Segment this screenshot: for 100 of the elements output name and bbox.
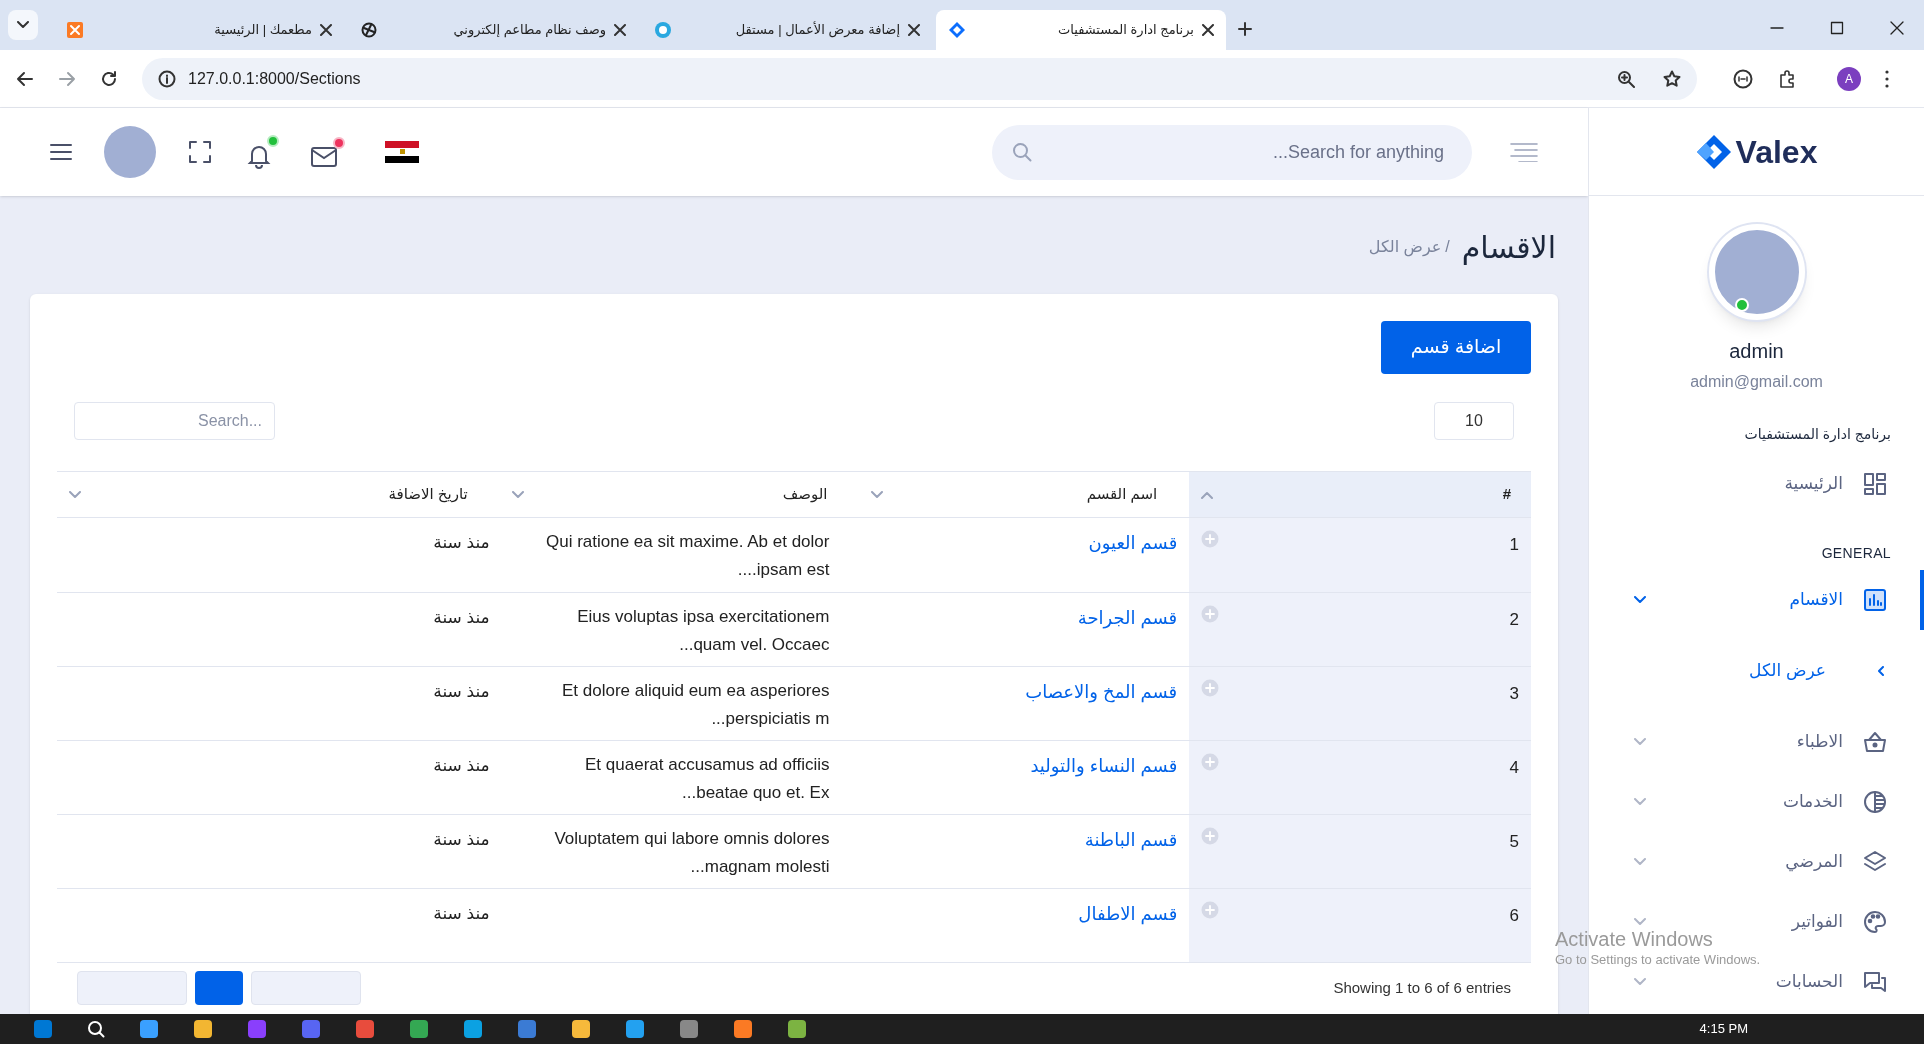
circle-logo-icon: [654, 21, 672, 39]
browser-tab[interactable]: وصف نظام مطاعم إلكتروني: [348, 10, 638, 50]
close-icon[interactable]: [908, 24, 920, 36]
zoom-icon[interactable]: [1617, 69, 1635, 88]
sidebar-item[interactable]: المرضي: [1785, 849, 1920, 875]
dashboard-grid-icon: [1863, 472, 1887, 496]
section-name-link[interactable]: قسم الجراحة: [1077, 608, 1178, 628]
app-icon[interactable]: [139, 1019, 159, 1039]
section-name-link[interactable]: قسم الاطفال: [1078, 904, 1178, 924]
add-section-button[interactable]: اضافة قسم: [1381, 321, 1531, 374]
forward-icon[interactable]: [58, 69, 76, 88]
browser-tab[interactable]: إضافة معرض الأعمال | مستقل: [642, 10, 932, 50]
table-cell-text: Et dolore aliquid eum ea asperiores perspiciatis m...: [561, 680, 830, 730]
app-icon[interactable]: [409, 1019, 429, 1039]
app-icon[interactable]: [679, 1019, 699, 1039]
profile-avatar[interactable]: A: [1837, 66, 1861, 91]
table-cell-text: Et quaerat accusamus ad officiis beatae quo et. Ex...: [584, 754, 830, 804]
section-name-link[interactable]: قسم الباطنة: [1084, 830, 1178, 850]
sidebar-item[interactable]: الخدمات: [1782, 789, 1920, 815]
fullscreen-icon[interactable]: [189, 141, 211, 163]
sidebar-item[interactable]: الاطباء: [1796, 729, 1920, 755]
puzzle-icon[interactable]: [1777, 68, 1797, 89]
app-icon[interactable]: [571, 1019, 591, 1039]
table-cell: منذ سنة: [433, 756, 490, 775]
reload-icon[interactable]: [100, 69, 118, 88]
sidebar-heading: GENERAL: [1820, 543, 1892, 563]
sidebar-item[interactable]: الحسابات: [1775, 969, 1920, 995]
column-header[interactable]: اسم القسم: [1086, 483, 1170, 506]
browser-tab[interactable]: برنامج ادارة المستشفيات: [936, 10, 1226, 50]
url-text: 127.0.0.1:8000/Sections: [188, 68, 361, 89]
table-cell-text: Eius voluptas ipsa exercitationem quam vel. Occaec...: [576, 606, 830, 656]
app-icon[interactable]: [193, 1019, 213, 1039]
bookmark-star-icon[interactable]: [1663, 69, 1681, 88]
sidebar-item[interactable]: الاقسام: [1789, 587, 1920, 613]
app-icon[interactable]: [355, 1019, 375, 1039]
chevron-down-icon[interactable]: [1634, 596, 1646, 604]
mail-icon[interactable]: [311, 137, 345, 167]
table-cell-text: 6: [1509, 905, 1519, 927]
user-email: admin@gmail.com: [1690, 372, 1823, 392]
breadcrumb-link[interactable]: عرض الكل: [1368, 235, 1442, 259]
entries-info: Showing 1 to 6 of 6 entries: [1333, 977, 1511, 998]
half-circle-icon: [1863, 790, 1887, 814]
app-icon[interactable]: [517, 1019, 537, 1039]
table-cell-text: 1: [1509, 534, 1519, 556]
notification-bell-icon[interactable]: [247, 135, 279, 169]
new-tab-icon[interactable]: [1238, 22, 1252, 36]
table-cell: منذ سنة: [433, 830, 490, 849]
logo-text: Valex: [1735, 132, 1818, 172]
section-name-link[interactable]: قسم العيون: [1088, 533, 1178, 553]
sidebar-title: برنامج ادارة المستشفيات: [1743, 425, 1892, 445]
table-search-field[interactable]: ...Search: [74, 402, 275, 440]
search-field[interactable]: ...Search for anything: [992, 124, 1472, 180]
table-cell-text: 4: [1509, 757, 1519, 779]
table-cell-text: 3: [1509, 683, 1519, 705]
clock-time: 4:15 PM: [1699, 1020, 1748, 1039]
app-icon[interactable]: [625, 1019, 645, 1039]
activation-text: Go to Settings to activate Windows.: [1555, 952, 1761, 969]
page-size-field[interactable]: 10: [1434, 402, 1514, 440]
sidebar-item[interactable]: الفواتير: [1791, 909, 1920, 935]
bar-chart-icon: [1863, 588, 1887, 612]
breadcrumb-separator: /: [1445, 237, 1450, 257]
sidebar-item[interactable]: الرئيسية: [1784, 471, 1920, 497]
section-name-link[interactable]: قسم المخ والاعصاب: [1025, 682, 1178, 702]
close-icon[interactable]: [320, 24, 332, 36]
flag-icon[interactable]: [385, 141, 419, 163]
tab-title: برنامج ادارة المستشفيات: [1057, 21, 1194, 40]
table-cell: منذ سنة: [433, 682, 490, 701]
close-icon[interactable]: [1202, 24, 1214, 36]
maximize-icon[interactable]: [1830, 21, 1844, 35]
more-menu-icon[interactable]: [1885, 69, 1889, 88]
extension-circle-icon[interactable]: [1733, 68, 1753, 89]
search-icon[interactable]: [87, 1020, 105, 1038]
column-header[interactable]: #: [1502, 483, 1511, 506]
palette-icon: [1863, 910, 1887, 934]
app-icon[interactable]: [733, 1019, 753, 1039]
chevron-left-icon: [1878, 666, 1884, 676]
back-icon[interactable]: [16, 69, 34, 88]
submenu-item[interactable]: عرض الكل: [1589, 630, 1924, 712]
layers-icon: [1863, 850, 1887, 874]
address-bar[interactable]: 127.0.0.1:8000/Sections: [142, 57, 1697, 100]
search-icon: [1012, 141, 1032, 162]
column-header[interactable]: تاريخ الاضافة: [388, 483, 480, 506]
app-icon[interactable]: [463, 1019, 483, 1039]
chevron-up-icon: [1201, 490, 1214, 499]
section-name-link[interactable]: قسم النساء والتوليد: [1030, 756, 1178, 776]
knot-icon: [360, 21, 378, 39]
tab-title: إضافة معرض الأعمال | مستقل: [734, 20, 900, 40]
app-icon[interactable]: [787, 1019, 807, 1039]
tab-title: وصف نظام مطاعم إلكتروني: [452, 21, 606, 40]
table-cell: منذ سنة: [433, 533, 490, 552]
tab-list-button[interactable]: [8, 10, 38, 40]
diamond-logo-icon: [1695, 133, 1732, 170]
browser-tab[interactable]: مطعمك | الرئيسية: [54, 10, 344, 50]
menu-icon[interactable]: [50, 143, 72, 161]
close-icon[interactable]: [1890, 21, 1904, 35]
column-header[interactable]: الوصف: [782, 483, 840, 506]
table-cell-text: Qui ratione ea sit maxime. Ab et dolor ipsam est....: [545, 531, 830, 581]
grid-logo-icon: [66, 21, 84, 39]
page-title: الاقسام: [1461, 229, 1556, 267]
close-icon[interactable]: [614, 24, 626, 36]
